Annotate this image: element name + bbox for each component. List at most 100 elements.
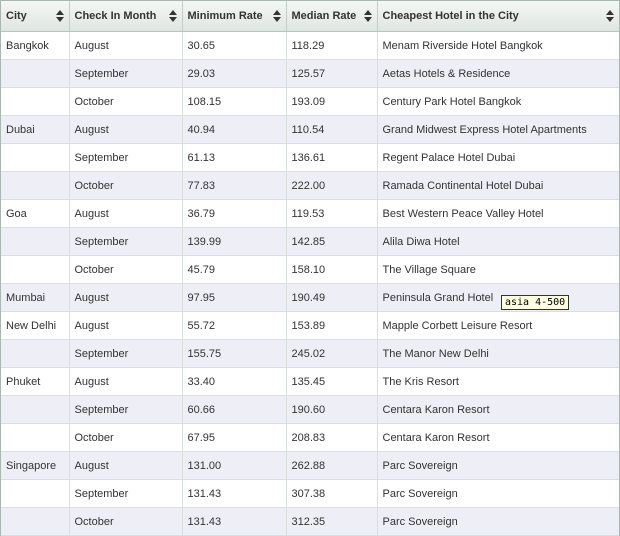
cell-median-rate: 135.45 xyxy=(286,367,378,396)
rates-table: City Check In Month Minimum Rate Median … xyxy=(1,1,619,536)
cell-median-rate: 110.54 xyxy=(286,115,378,144)
column-header-minimum-rate[interactable]: Minimum Rate xyxy=(182,1,287,32)
cell-hotel: Centara Karon Resort xyxy=(377,395,619,424)
cell-median-rate: 193.09 xyxy=(286,87,378,116)
cell-hotel: Century Park Hotel Bangkok xyxy=(377,87,619,116)
cell-city: Dubai xyxy=(1,115,70,144)
cell-city: Singapore xyxy=(1,451,70,480)
table-row[interactable]: October 108.15 193.09 Century Park Hotel Ba… xyxy=(1,87,619,116)
cell-median-rate: 307.38 xyxy=(286,479,378,508)
column-header-median-rate[interactable]: Median Rate xyxy=(286,1,378,32)
cell-month: October xyxy=(69,87,183,116)
cell-month: September xyxy=(69,227,183,256)
cell-minimum-rate: 45.79 xyxy=(182,255,287,284)
cell-city xyxy=(1,507,70,536)
cell-median-rate: 190.60 xyxy=(286,395,378,424)
sort-arrows-icon[interactable] xyxy=(363,10,372,22)
cell-hotel: Centara Karon Resort xyxy=(377,423,619,452)
cell-month: September xyxy=(69,339,183,368)
table-row[interactable]: September 60.66 190.60 Centara Karon Resort xyxy=(1,395,619,424)
cell-hotel: The Manor New Delhi xyxy=(377,339,619,368)
table-row[interactable]: Bangkok August 30.65 118.29 Menam Riverside … xyxy=(1,31,619,60)
cell-hotel: Peninsula Grand Hotel xyxy=(377,283,619,312)
table-row[interactable]: Dubai August 40.94 110.54 Grand Midwest Expr… xyxy=(1,115,619,144)
column-header-city[interactable]: City xyxy=(1,1,70,32)
cell-city xyxy=(1,59,70,88)
cell-minimum-rate: 36.79 xyxy=(182,199,287,228)
cell-minimum-rate: 30.65 xyxy=(182,31,287,60)
hotel-rates-grid: City Check In Month Minimum Rate Median … xyxy=(0,0,620,536)
cell-minimum-rate: 97.95 xyxy=(182,283,287,312)
cell-city: Mumbai xyxy=(1,283,70,312)
table-row[interactable]: Phuket August 33.40 135.45 The Kris Resort xyxy=(1,367,619,396)
cell-minimum-rate: 155.75 xyxy=(182,339,287,368)
column-header-cheapest-hotel[interactable]: Cheapest Hotel in the City xyxy=(377,1,619,32)
cell-minimum-rate: 131.43 xyxy=(182,479,287,508)
cell-month: September xyxy=(69,143,183,172)
sort-arrows-icon[interactable] xyxy=(55,10,64,22)
cell-city: New Delhi xyxy=(1,311,70,340)
cell-city: Bangkok xyxy=(1,31,70,60)
table-row[interactable]: September 29.03 125.57 Aetas Hotels & Resid… xyxy=(1,59,619,88)
cell-hotel: Parc Sovereign xyxy=(377,479,619,508)
cell-hotel: Regent Palace Hotel Dubai xyxy=(377,143,619,172)
cell-hotel: Best Western Peace Valley Hotel xyxy=(377,199,619,228)
cell-city xyxy=(1,255,70,284)
table-row[interactable]: Singapore August 131.00 262.88 Parc Sovereig… xyxy=(1,451,619,480)
cell-minimum-rate: 60.66 xyxy=(182,395,287,424)
cell-month: August xyxy=(69,367,183,396)
table-row[interactable]: October 77.83 222.00 Ramada Continental Hot… xyxy=(1,171,619,200)
column-header-check-in-month[interactable]: Check In Month xyxy=(69,1,183,32)
cell-month: September xyxy=(69,59,183,88)
cell-median-rate: 208.83 xyxy=(286,423,378,452)
cell-median-rate: 142.85 xyxy=(286,227,378,256)
cell-minimum-rate: 67.95 xyxy=(182,423,287,452)
cell-median-rate: 245.02 xyxy=(286,339,378,368)
cell-city: Phuket xyxy=(1,367,70,396)
cell-minimum-rate: 77.83 xyxy=(182,171,287,200)
header-row: City Check In Month Minimum Rate Median … xyxy=(1,1,619,32)
cell-city xyxy=(1,339,70,368)
cell-month: October xyxy=(69,171,183,200)
table-row[interactable]: September 131.43 307.38 Parc Sovereign xyxy=(1,479,619,508)
cell-hotel: The Kris Resort xyxy=(377,367,619,396)
table-row[interactable]: September 155.75 245.02 The Manor New Delhi xyxy=(1,339,619,368)
table-row[interactable]: Goa August 36.79 119.53 Best Western Peace V… xyxy=(1,199,619,228)
cell-hotel: Menam Riverside Hotel Bangkok xyxy=(377,31,619,60)
table-row[interactable]: New Delhi August 55.72 153.89 Mapple Corbett… xyxy=(1,311,619,340)
table-row[interactable]: October 45.79 158.10 The Village Square xyxy=(1,255,619,284)
table-row[interactable]: September 139.99 142.85 Alila Diwa Hotel xyxy=(1,227,619,256)
table-row[interactable]: September 61.13 136.61 Regent Palace Hotel … xyxy=(1,143,619,172)
sort-arrows-icon[interactable] xyxy=(272,10,281,22)
cell-minimum-rate: 131.00 xyxy=(182,451,287,480)
cell-month: September xyxy=(69,479,183,508)
sort-arrows-icon[interactable] xyxy=(168,10,177,22)
table-row[interactable]: October 131.43 312.35 Parc Sovereign xyxy=(1,507,619,536)
cell-city xyxy=(1,395,70,424)
cell-minimum-rate: 33.40 xyxy=(182,367,287,396)
cell-minimum-rate: 108.15 xyxy=(182,87,287,116)
cell-minimum-rate: 55.72 xyxy=(182,311,287,340)
cell-minimum-rate: 40.94 xyxy=(182,115,287,144)
cell-city xyxy=(1,423,70,452)
cell-hotel: Ramada Continental Hotel Dubai xyxy=(377,171,619,200)
cell-month: August xyxy=(69,31,183,60)
cell-median-rate: 136.61 xyxy=(286,143,378,172)
table-row[interactable]: October 67.95 208.83 Centara Karon Resort xyxy=(1,423,619,452)
cell-month: October xyxy=(69,255,183,284)
cell-month: August xyxy=(69,451,183,480)
cell-city xyxy=(1,227,70,256)
cell-month: October xyxy=(69,423,183,452)
cell-city xyxy=(1,479,70,508)
cell-median-rate: 312.35 xyxy=(286,507,378,536)
cell-minimum-rate: 29.03 xyxy=(182,59,287,88)
cell-month: August xyxy=(69,311,183,340)
sort-arrows-icon[interactable] xyxy=(606,10,614,22)
cell-month: August xyxy=(69,283,183,312)
cell-median-rate: 158.10 xyxy=(286,255,378,284)
cell-hotel: Parc Sovereign xyxy=(377,451,619,480)
cell-median-rate: 190.49 xyxy=(286,283,378,312)
tooltip: asia 4-500 xyxy=(501,295,570,310)
cell-hotel: Aetas Hotels & Residence xyxy=(377,59,619,88)
cell-median-rate: 262.88 xyxy=(286,451,378,480)
